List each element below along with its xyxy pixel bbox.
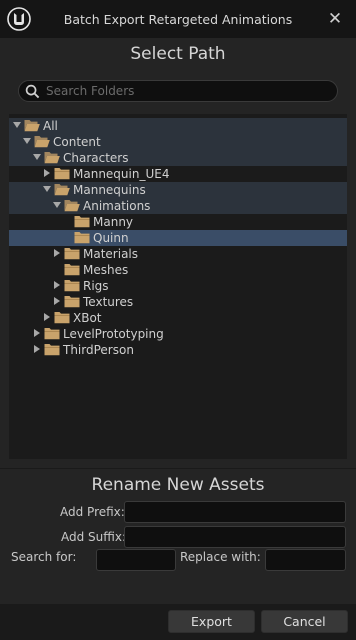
cancel-button[interactable]: Cancel: [261, 610, 348, 633]
replace-with-label: Replace with:: [180, 550, 261, 564]
select-path-panel: Select Path All Content Characters Mannequi…: [0, 38, 356, 468]
tree-item-label: All: [43, 119, 58, 133]
window-title: Batch Export Retargeted Animations: [63, 12, 293, 27]
tree-item-rigs[interactable]: Rigs: [9, 278, 347, 294]
tree-item-quinn[interactable]: Quinn: [9, 230, 347, 246]
folder-icon: [54, 168, 70, 180]
folder-icon: [64, 296, 80, 308]
tree-item-xbot[interactable]: XBot: [9, 310, 347, 326]
add-prefix-field[interactable]: [124, 501, 346, 523]
tree-item-label: ThirdPerson: [63, 343, 134, 357]
expand-arrow-right-icon[interactable]: [44, 313, 50, 321]
tree-item-mannequin-ue4[interactable]: Mannequin_UE4: [9, 166, 347, 182]
open-folder-icon: [54, 184, 70, 196]
expand-arrow-right-icon[interactable]: [44, 169, 50, 177]
tree-item-content[interactable]: Content: [9, 134, 347, 150]
expand-arrow-right-icon[interactable]: [54, 281, 60, 289]
expand-arrow-right-icon[interactable]: [54, 297, 60, 305]
folder-search-box[interactable]: [18, 80, 338, 102]
tree-item-meshes[interactable]: Meshes: [9, 262, 347, 278]
close-icon[interactable]: ✕: [326, 10, 344, 28]
open-folder-icon: [64, 200, 80, 212]
tree-item-label: Textures: [83, 295, 134, 309]
expand-arrow-right-icon[interactable]: [34, 345, 40, 353]
export-button[interactable]: Export: [168, 610, 255, 633]
search-for-label: Search for:: [11, 550, 77, 564]
folder-icon: [74, 216, 90, 228]
tree-item-mannequins[interactable]: Mannequins: [9, 182, 347, 198]
search-icon: [25, 84, 40, 99]
tree-item-label: Animations: [83, 199, 151, 213]
folder-search-input[interactable]: [46, 82, 331, 100]
tree-item-label: Quinn: [93, 231, 129, 245]
tree-item-label: Manny: [93, 215, 134, 229]
expand-arrow-down-icon[interactable]: [53, 202, 61, 208]
tree-item-label: Materials: [83, 247, 139, 261]
folder-icon: [64, 264, 80, 276]
add-suffix-field[interactable]: [124, 526, 346, 548]
tree-item-label: Meshes: [83, 263, 129, 277]
unreal-engine-logo-icon: [7, 7, 31, 31]
tree-item-manny[interactable]: Manny: [9, 214, 347, 230]
open-folder-icon: [44, 152, 60, 164]
rename-assets-panel: Rename New Assets Add Prefix: Add Suffix…: [0, 468, 356, 604]
tree-item-label: Characters: [63, 151, 129, 165]
folder-tree[interactable]: All Content Characters Mannequin_UE4 Mannequ…: [9, 114, 347, 459]
expand-arrow-down-icon[interactable]: [43, 186, 51, 192]
expand-arrow-right-icon[interactable]: [34, 329, 40, 337]
tree-item-label: Mannequins: [73, 183, 146, 197]
select-path-heading: Select Path: [130, 44, 226, 64]
tree-item-thirdperson[interactable]: ThirdPerson: [9, 342, 347, 358]
folder-icon: [64, 248, 80, 260]
open-folder-icon: [34, 136, 50, 148]
title-bar: Batch Export Retargeted Animations ✕: [0, 0, 356, 38]
expand-arrow-down-icon[interactable]: [13, 122, 21, 128]
tree-item-materials[interactable]: Materials: [9, 246, 347, 262]
add-prefix-label: Add Prefix:: [60, 505, 125, 519]
open-folder-icon: [24, 120, 40, 132]
folder-icon: [64, 280, 80, 292]
tree-item-levelprototyping[interactable]: LevelPrototyping: [9, 326, 347, 342]
tree-item-label: Content: [53, 135, 101, 149]
tree-item-animations[interactable]: Animations: [9, 198, 347, 214]
replace-with-field[interactable]: [265, 549, 346, 571]
tree-item-label: LevelPrototyping: [63, 327, 164, 341]
folder-icon: [74, 232, 90, 244]
expand-arrow-right-icon[interactable]: [54, 249, 60, 257]
add-suffix-label: Add Suffix:: [61, 530, 127, 544]
folder-icon: [54, 312, 70, 324]
rename-assets-heading: Rename New Assets: [91, 475, 265, 495]
tree-item-label: XBot: [73, 311, 102, 325]
search-for-field[interactable]: [96, 549, 176, 571]
tree-item-textures[interactable]: Textures: [9, 294, 347, 310]
tree-item-label: Mannequin_UE4: [73, 167, 170, 181]
dialog-footer: Export Cancel: [0, 604, 356, 640]
tree-item-characters[interactable]: Characters: [9, 150, 347, 166]
expand-arrow-down-icon[interactable]: [23, 138, 31, 144]
tree-item-all[interactable]: All: [9, 118, 347, 134]
tree-item-label: Rigs: [83, 279, 109, 293]
folder-icon: [44, 328, 60, 340]
folder-icon: [44, 344, 60, 356]
expand-arrow-down-icon[interactable]: [33, 154, 41, 160]
